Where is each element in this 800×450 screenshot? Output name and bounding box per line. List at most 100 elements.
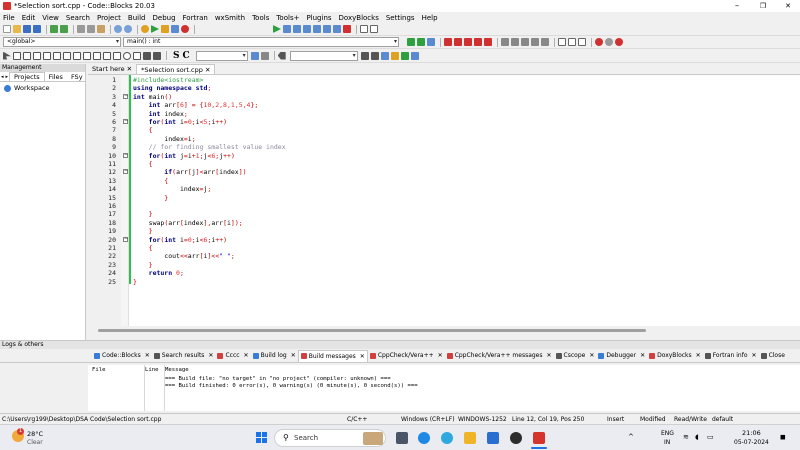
fold-toggle-icon[interactable]: − <box>123 119 128 124</box>
menu-view[interactable]: View <box>42 14 59 22</box>
close-icon[interactable]: ✕ <box>244 352 249 359</box>
close-button[interactable]: ✕ <box>773 0 800 12</box>
close-icon[interactable]: ✕ <box>208 352 213 359</box>
logs-tab[interactable]: CppCheck/Vera++ messages ✕ <box>445 350 554 362</box>
code-line[interactable]: int index; <box>133 110 188 118</box>
paste-icon[interactable] <box>97 25 105 33</box>
new-file-icon[interactable] <box>3 25 11 33</box>
code-line[interactable]: using namespace std; <box>133 84 211 92</box>
rebuild-icon[interactable] <box>171 25 179 33</box>
clock-date[interactable]: 05-07-2024 <box>734 439 769 446</box>
code-line[interactable]: } <box>133 210 153 218</box>
debug-step-icon[interactable] <box>283 25 291 33</box>
build-and-run-icon[interactable] <box>161 25 169 33</box>
highlight-icon[interactable] <box>380 51 389 60</box>
code-line[interactable]: swap(arr[index],arr[i]); <box>133 219 243 227</box>
code-line[interactable]: for(int i=0;i<6;i++) <box>133 236 227 244</box>
edit-pencil-icon[interactable] <box>390 51 399 60</box>
link-icon[interactable] <box>143 51 151 60</box>
ellipse-icon[interactable] <box>43 51 51 60</box>
logs-tab[interactable]: Cccc ✕ <box>215 350 250 362</box>
uncomment-icon[interactable] <box>511 38 519 46</box>
bookmark-toggle-icon[interactable] <box>444 38 452 46</box>
fold-margin[interactable] <box>121 75 129 335</box>
bookmark-next-icon[interactable] <box>464 38 472 46</box>
code-line[interactable]: { <box>133 244 153 252</box>
column-header-message[interactable]: Message <box>165 367 189 373</box>
fold-toggle-icon[interactable]: − <box>123 93 128 99</box>
code-editor[interactable]: 1 2 3 4 5 6 7 8 9 10 11 12 13 14 15 16 17 18 19 20 21 22 23 24 2… <box>88 75 800 335</box>
editor-horizontal-scrollbar[interactable] <box>88 326 800 335</box>
weather-desc[interactable]: Clear <box>27 439 43 446</box>
search-tag-icon[interactable] <box>277 51 286 60</box>
bookmark-list-icon[interactable] <box>484 38 492 46</box>
code-line[interactable]: index=i; <box>133 135 195 143</box>
close-icon[interactable]: ✕ <box>696 352 701 359</box>
open-icon[interactable] <box>13 25 21 33</box>
strip-source-button[interactable]: S <box>173 51 180 61</box>
logs-tab[interactable]: Close <box>759 350 787 362</box>
menu-file[interactable]: File <box>3 14 15 22</box>
menu-project[interactable]: Project <box>97 14 121 22</box>
menu-build[interactable]: Build <box>128 14 146 22</box>
search-prev-icon[interactable] <box>360 51 369 60</box>
menu-search[interactable]: Search <box>66 14 90 22</box>
debug-next-icon[interactable] <box>293 25 301 33</box>
abort-icon[interactable] <box>181 25 189 33</box>
cut-icon[interactable] <box>77 25 85 33</box>
save-all-icon[interactable] <box>33 25 41 33</box>
comment-icon[interactable] <box>501 38 509 46</box>
doxy-icon[interactable] <box>558 38 566 46</box>
doxy-run-icon[interactable] <box>615 38 623 46</box>
wifi-icon[interactable]: ≋ <box>683 433 689 441</box>
logs-tab[interactable]: Build messages ✕ <box>297 349 368 362</box>
workspace-node[interactable]: Workspace <box>4 84 85 92</box>
volume-icon[interactable]: ◖ <box>695 433 699 441</box>
tab-selection-sort[interactable]: *Selection sort.cpp ✕ <box>136 64 216 74</box>
codeblocks-taskbar-icon[interactable] <box>533 432 545 444</box>
code-line[interactable]: } <box>133 261 153 269</box>
while-icon[interactable] <box>93 51 101 60</box>
close-icon[interactable]: ✕ <box>547 352 552 359</box>
fold-toggle-icon[interactable]: − <box>123 236 128 242</box>
menu-wxsmith[interactable]: wxSmith <box>215 14 245 22</box>
undo-icon[interactable] <box>50 25 58 33</box>
code-line[interactable]: if(arr[j]<arr[index]) <box>133 168 246 176</box>
search-next-icon[interactable] <box>370 51 379 60</box>
code-line[interactable]: #include<iostream> <box>133 76 203 84</box>
if-icon[interactable] <box>73 51 81 60</box>
switch-icon[interactable] <box>83 51 91 60</box>
menu-help[interactable]: Help <box>422 14 438 22</box>
selected-only-icon[interactable] <box>400 51 409 60</box>
debug-step-into-icon[interactable] <box>303 25 311 33</box>
battery-icon[interactable]: ▭ <box>707 433 714 441</box>
clock-time[interactable]: 21:06 <box>742 429 761 437</box>
close-icon[interactable]: ✕ <box>127 65 132 73</box>
code-line[interactable]: } <box>133 194 168 202</box>
doxy-chm-icon[interactable] <box>605 38 613 46</box>
code-line[interactable]: { <box>133 126 153 134</box>
menu-debug[interactable]: Debug <box>153 14 176 22</box>
jump-forward-icon[interactable] <box>417 38 425 46</box>
break-icon[interactable] <box>113 51 121 60</box>
fold-toggle-icon[interactable]: − <box>123 169 128 175</box>
close-icon[interactable]: ✕ <box>438 352 443 359</box>
redo-icon[interactable] <box>60 25 68 33</box>
chrome-like-icon[interactable] <box>441 432 453 444</box>
copy-icon[interactable] <box>87 25 95 33</box>
code-snippets-icon[interactable] <box>250 51 259 60</box>
tab-files[interactable]: Files <box>45 73 67 81</box>
column-header-file[interactable]: File <box>92 367 105 373</box>
dell-icon[interactable] <box>510 432 522 444</box>
bookmark-prev-icon[interactable] <box>454 38 462 46</box>
tab-start-here[interactable]: Start here ✕ <box>88 64 136 74</box>
menu-edit[interactable]: Edit <box>22 14 36 22</box>
tab-projects[interactable]: Projects <box>9 72 45 81</box>
menu-tools[interactable]: Tools <box>252 14 269 22</box>
build-messages-list[interactable]: File Line Message === Build file: "no ta… <box>88 365 800 411</box>
logs-tab[interactable]: DoxyBlocks ✕ <box>647 350 703 362</box>
logs-tab[interactable]: Code::Blocks ✕ <box>92 350 152 362</box>
doxy-block-icon[interactable] <box>568 38 576 46</box>
logs-tab[interactable]: Build log ✕ <box>251 350 298 362</box>
debug-next-instruction-icon[interactable] <box>323 25 331 33</box>
